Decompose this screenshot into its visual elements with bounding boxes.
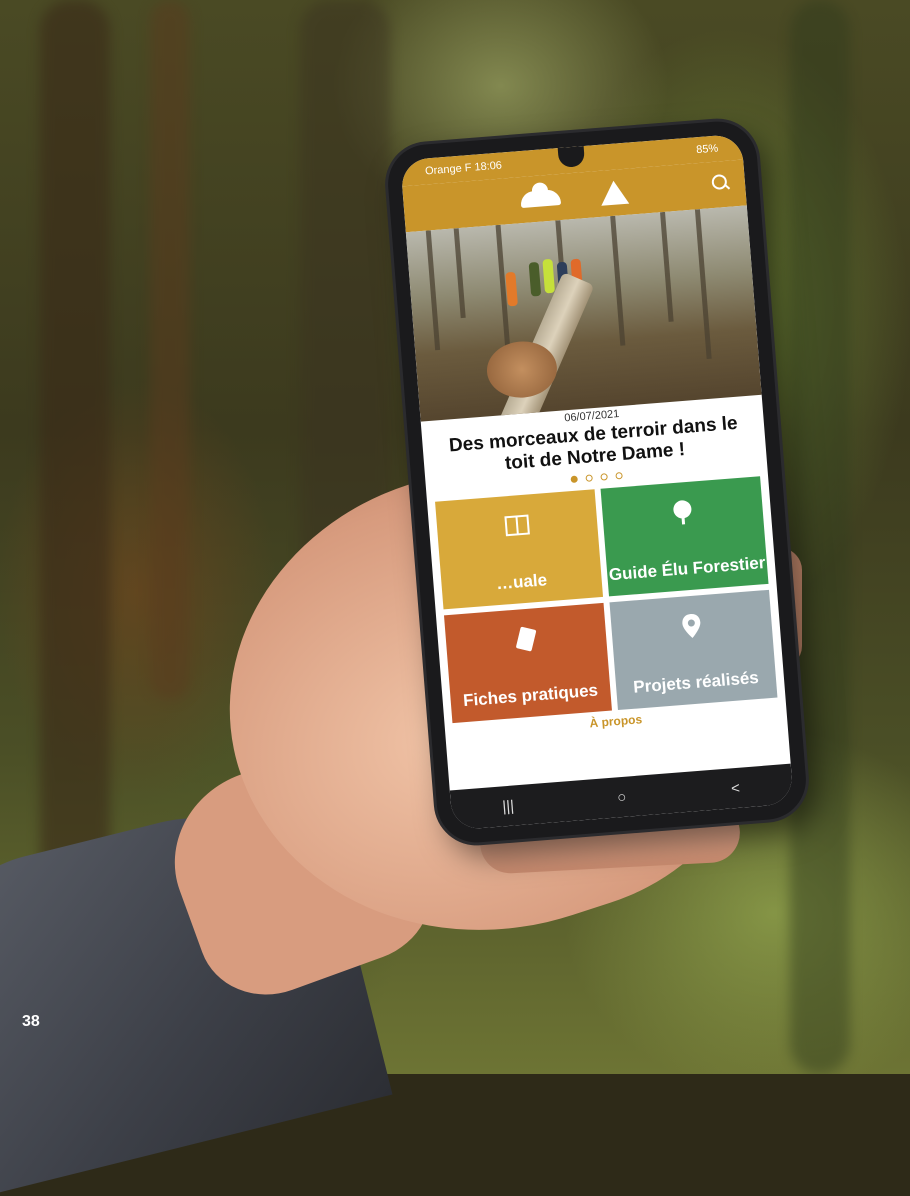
status-left: Orange F 18:06 — [424, 159, 503, 178]
communes-logo-icon — [520, 189, 562, 209]
phone-screen: Orange F 18:06 85% 06/07/2021 Des morcea — [400, 133, 794, 831]
carousel-dot[interactable] — [600, 473, 608, 481]
book-icon — [502, 510, 532, 540]
home-button[interactable]: ○ — [601, 787, 642, 807]
smartphone: Orange F 18:06 85% 06/07/2021 Des morcea — [385, 118, 809, 846]
tile-fiches-pratiques[interactable]: Fiches pratiques — [443, 602, 612, 724]
search-icon[interactable] — [711, 173, 728, 191]
android-nav-bar: ||| ○ < — [449, 763, 794, 831]
carousel-dot[interactable] — [585, 474, 593, 482]
status-right: 85% — [695, 142, 719, 157]
tile-label: …uale — [495, 570, 548, 594]
carousel-dot[interactable] — [615, 471, 623, 480]
location-pin-icon — [677, 611, 707, 641]
tile-book[interactable]: …uale — [435, 489, 604, 610]
tile-projets-realises[interactable]: Projets réalisés — [609, 589, 778, 711]
tree-icon — [668, 497, 698, 527]
page-number: 38 — [22, 1013, 40, 1030]
document-icon — [511, 624, 541, 654]
forest-logo-icon — [599, 179, 630, 206]
tile-label: Guide Élu Forestier — [608, 553, 766, 585]
tile-label: Projets réalisés — [632, 667, 760, 697]
article-photo[interactable] — [405, 205, 762, 422]
recent-apps-button[interactable]: ||| — [488, 796, 529, 816]
menu-tiles: …uale Guide Élu Forestier Fiches pratiqu… — [427, 476, 785, 724]
tile-guide-elu-forestier[interactable]: Guide Élu Forestier — [600, 476, 769, 597]
back-button[interactable]: < — [715, 778, 756, 798]
tile-label: Fiches pratiques — [462, 680, 599, 711]
carousel-dot[interactable] — [570, 475, 578, 484]
